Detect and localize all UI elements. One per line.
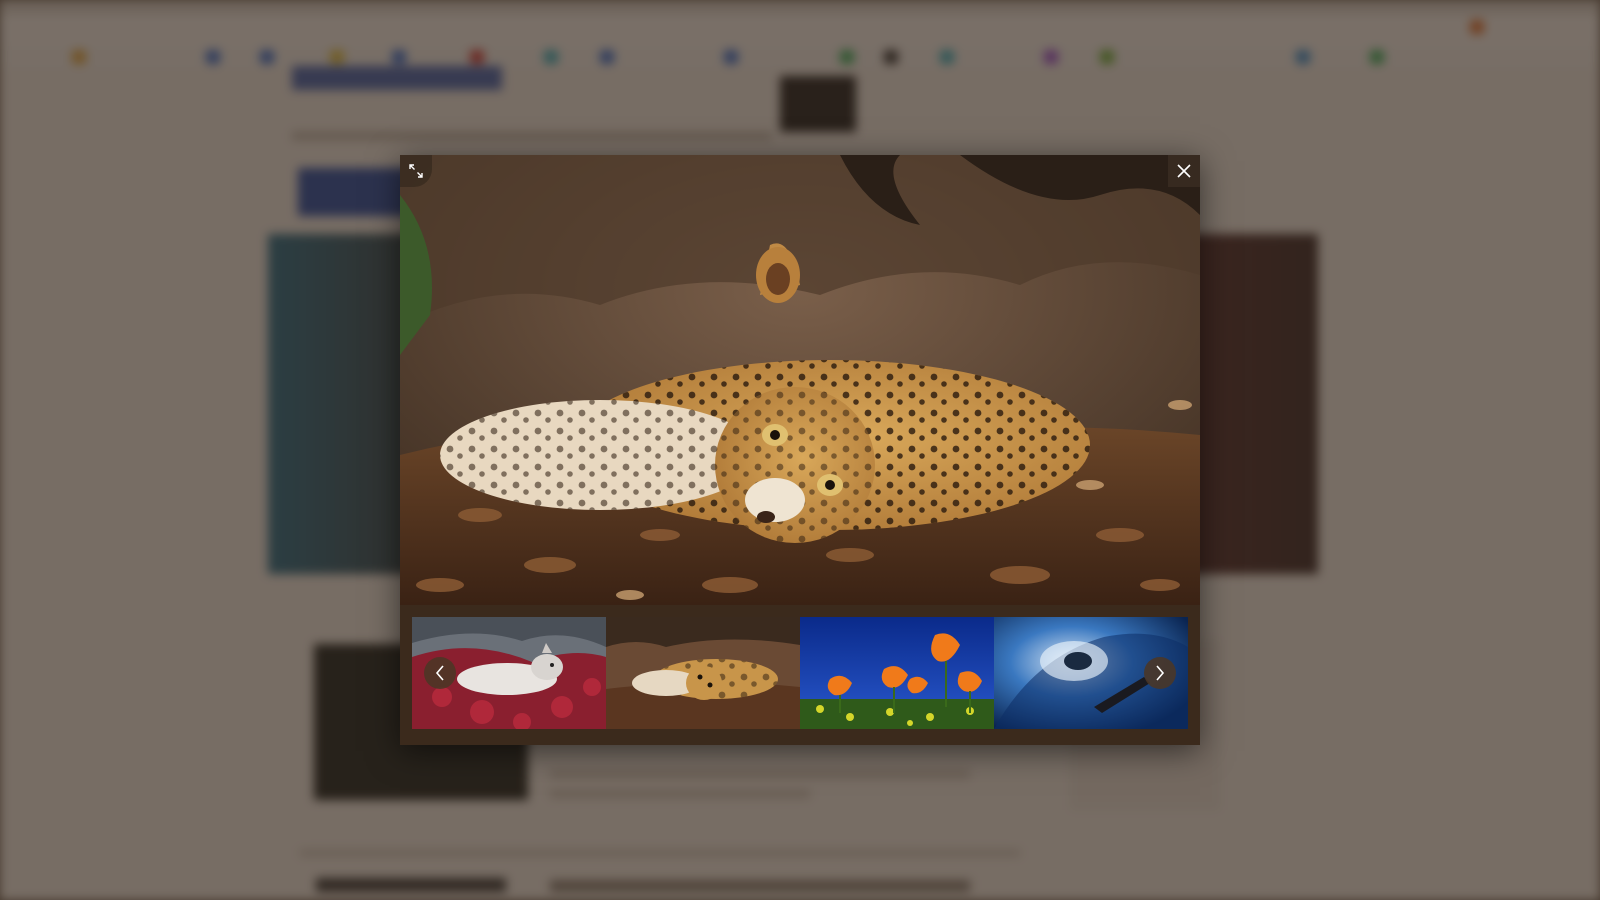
thumbnail-strip: [412, 617, 1188, 729]
close-icon: [1177, 164, 1191, 178]
chevron-left-icon: [435, 665, 444, 681]
main-image-leopard: [400, 155, 1200, 605]
close-button[interactable]: [1168, 155, 1200, 187]
previous-image-button[interactable]: [424, 657, 456, 689]
thumbnail-leopard[interactable]: [606, 617, 800, 729]
thumbnail-poppies[interactable]: [800, 617, 994, 729]
next-image-button[interactable]: [1144, 657, 1176, 689]
chevron-right-icon: [1156, 665, 1165, 681]
image-lightbox: [400, 155, 1200, 745]
expand-icon: [409, 164, 423, 178]
